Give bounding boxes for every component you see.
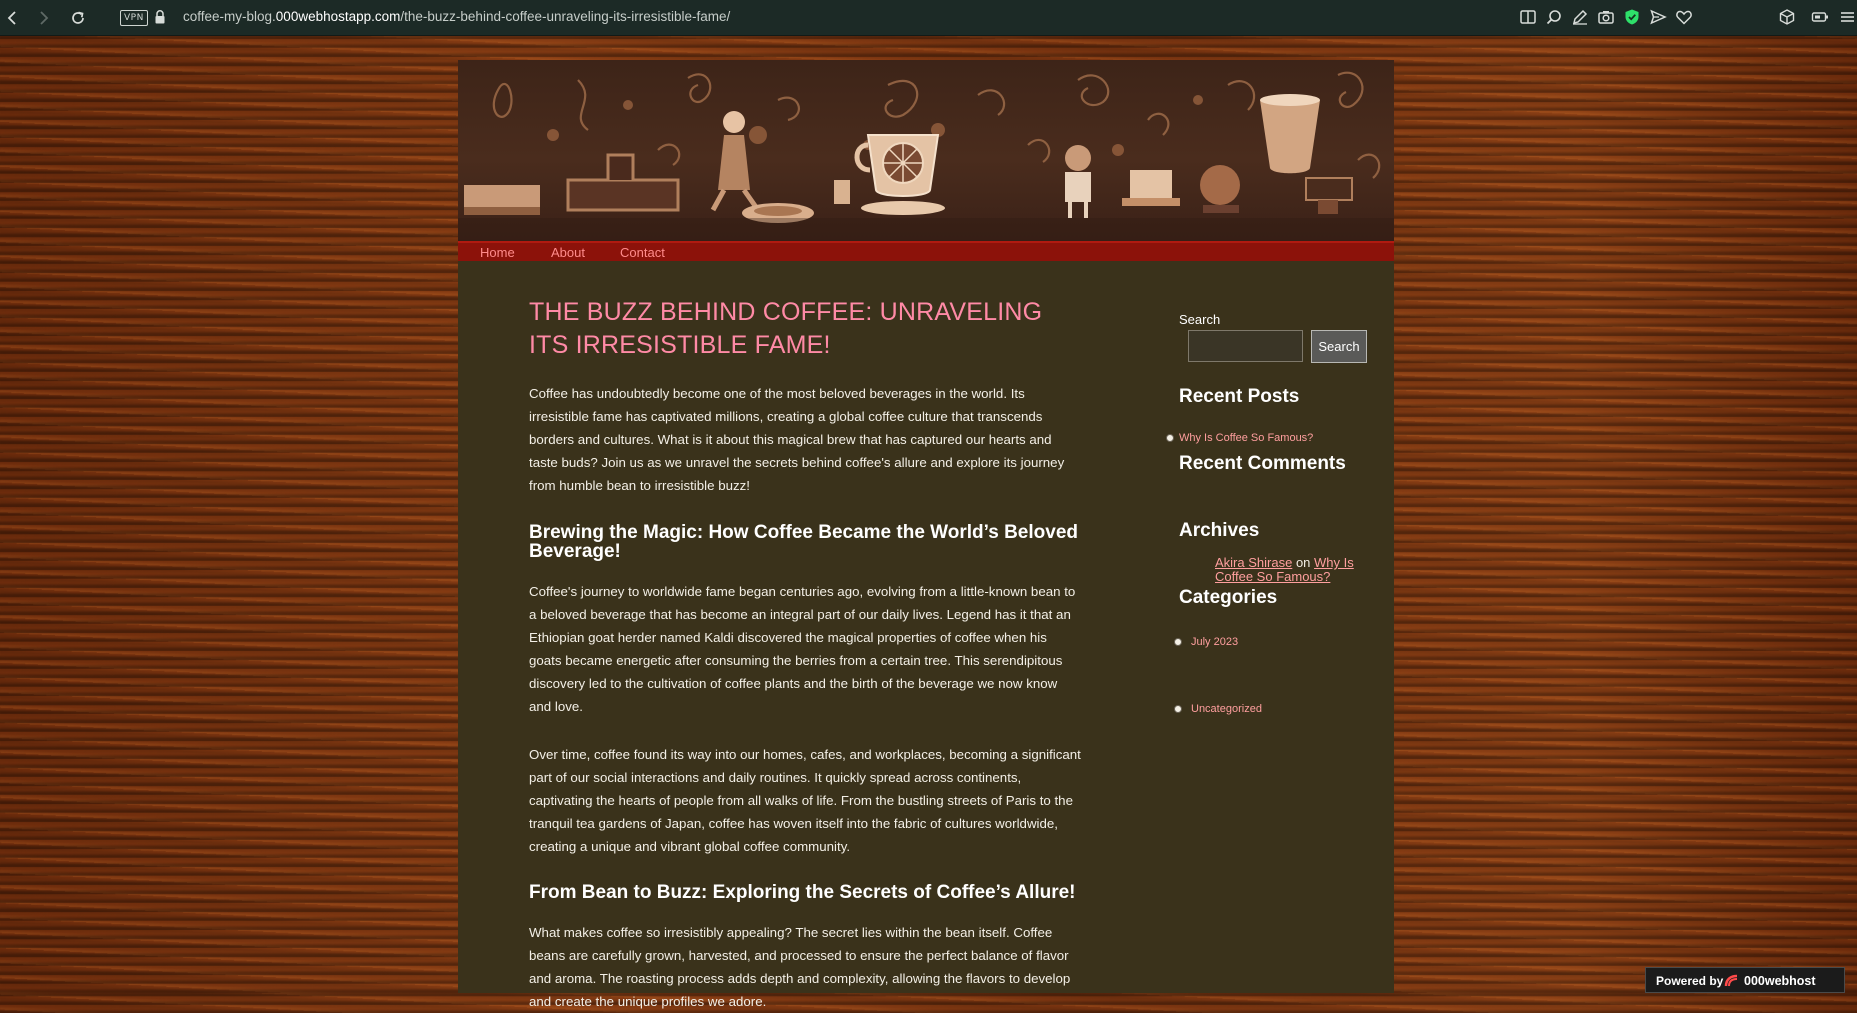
powered-by-badge[interactable]: Powered by 000webhost [1645, 967, 1845, 993]
reader-icon[interactable] [1519, 8, 1537, 26]
back-icon[interactable] [2, 8, 22, 28]
search-button[interactable]: Search [1311, 330, 1367, 363]
search-input[interactable] [1188, 330, 1303, 362]
edit-icon[interactable] [1571, 8, 1589, 26]
camera-icon[interactable] [1597, 8, 1615, 26]
webhost-logo-icon [1724, 974, 1738, 987]
send-icon[interactable] [1649, 8, 1667, 26]
nav-about-link[interactable]: About [551, 245, 585, 260]
bullet-icon [1174, 638, 1182, 646]
url-path: /the-buzz-behind-coffee-unraveling-its-i… [400, 9, 731, 24]
nav-contact-link[interactable]: Contact [620, 245, 665, 260]
browser-toolbar: VPN coffee-my-blog.000webhostapp.com/the… [0, 0, 1857, 36]
zoom-icon[interactable] [1545, 8, 1563, 26]
forward-icon[interactable] [34, 8, 54, 28]
post-content: THE BUZZ BEHIND COFFEE: UNRAVELING ITS I… [529, 296, 1081, 1013]
main-navigation: Home About Contact [458, 241, 1394, 261]
bullet-icon [1174, 705, 1182, 713]
recent-comments-title: Recent Comments [1179, 453, 1346, 474]
header-banner-image [458, 60, 1394, 241]
vpn-badge[interactable]: VPN [120, 10, 148, 26]
recent-comment-item: Akira Shirase on Why Is Coffee So Famous… [1215, 556, 1355, 584]
powered-by-text: Powered by [1656, 974, 1724, 988]
section-1-paragraph-1: Coffee's journey to worldwide fame began… [529, 584, 1076, 714]
post-intro-paragraph: Coffee has undoubtedly become one of the… [529, 386, 1065, 493]
post-title: THE BUZZ BEHIND COFFEE: UNRAVELING ITS I… [529, 298, 1043, 359]
url-prefix: coffee-my-blog. [183, 9, 276, 24]
archives-title: Archives [1179, 520, 1260, 541]
battery-icon[interactable] [1811, 8, 1829, 26]
recent-posts-title: Recent Posts [1179, 386, 1300, 407]
shield-icon[interactable] [1623, 8, 1641, 26]
site-container: Home About Contact THE BUZZ BEHIND COFFE… [458, 60, 1394, 1009]
cube-icon[interactable] [1778, 8, 1796, 26]
search-label: Search [1179, 312, 1221, 327]
recent-post-link[interactable]: Why Is Coffee So Famous? [1179, 432, 1313, 444]
categories-title: Categories [1179, 587, 1278, 608]
address-bar-url[interactable]: coffee-my-blog.000webhostapp.com/the-buz… [183, 9, 730, 24]
comment-on-text: on [1295, 555, 1311, 570]
menu-icon[interactable] [1838, 8, 1856, 26]
reload-icon[interactable] [68, 8, 88, 28]
lock-icon[interactable] [154, 9, 166, 25]
nav-home-link[interactable]: Home [480, 245, 515, 260]
archive-link-july-2023[interactable]: July 2023 [1191, 636, 1238, 648]
category-link-uncategorized[interactable]: Uncategorized [1191, 703, 1262, 715]
heart-icon[interactable] [1675, 8, 1693, 26]
section-heading-1: Brewing the Magic: How Coffee Became the… [529, 522, 1078, 562]
bullet-icon [1166, 434, 1174, 442]
section-heading-2: From Bean to Buzz: Exploring the Secrets… [529, 882, 1076, 903]
comment-author-link[interactable]: Akira Shirase [1215, 555, 1292, 570]
webhost-brand-text: 000webhost [1744, 974, 1816, 988]
url-host: 000webhostapp.com [275, 9, 401, 24]
section-1-paragraph-2: Over time, coffee found its way into our… [529, 747, 1081, 854]
section-2-paragraph-1: What makes coffee so irresistibly appeal… [529, 925, 1071, 1009]
